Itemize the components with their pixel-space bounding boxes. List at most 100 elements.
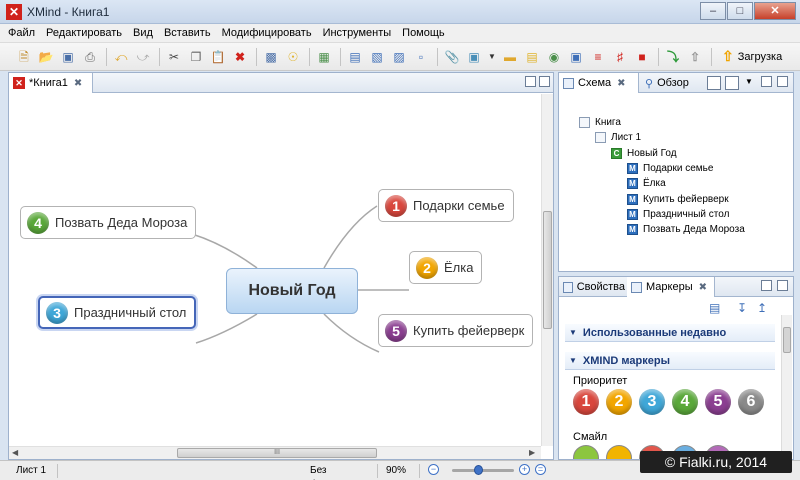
tab-markers[interactable]: Маркеры ✖ — [627, 277, 715, 297]
add-marker-icon[interactable]: ▤ — [709, 301, 720, 315]
dropdown-arrow-icon[interactable]: ▼ — [488, 49, 496, 65]
menu-help[interactable]: Помощь — [402, 27, 445, 39]
print-icon[interactable]: ⎙ — [82, 49, 98, 65]
new-icon[interactable]: 🗎 — [16, 49, 32, 65]
view-menu-icon[interactable]: ▼ — [745, 77, 753, 86]
fit-zoom-icon[interactable]: = — [535, 464, 546, 475]
xmind-markers-header[interactable]: ▼ XMIND маркеры — [565, 352, 775, 370]
undo-icon[interactable]: ⤺ — [113, 49, 129, 65]
priority-3-icon[interactable]: 3 — [639, 389, 665, 415]
paste-icon[interactable]: 📋 — [210, 49, 226, 65]
zoom-slider-handle[interactable] — [474, 465, 483, 475]
maximize-button[interactable]: □ — [727, 2, 753, 20]
zoom-in-icon[interactable]: + — [519, 464, 530, 475]
vertical-scroll-thumb[interactable] — [543, 211, 552, 329]
tree-item-topic[interactable]: M Купить фейерверк — [627, 192, 729, 207]
tree-item-topic[interactable]: M Ёлка — [627, 176, 666, 191]
editor-vertical-scrollbar[interactable] — [541, 94, 553, 446]
bulb-icon[interactable]: ☉ — [285, 49, 301, 65]
floating-icon[interactable]: ▨ — [391, 49, 407, 65]
menu-tools[interactable]: Инструменты — [323, 27, 392, 39]
zoom-slider[interactable] — [452, 469, 514, 472]
scroll-right-icon[interactable]: ▶ — [529, 448, 535, 457]
menu-insert[interactable]: Вставить — [164, 27, 211, 39]
filter-status[interactable]: Без фильтра — [302, 463, 378, 480]
marker-icon[interactable]: ♯ — [612, 49, 628, 65]
outline-sheet-button[interactable] — [725, 76, 739, 90]
delete-icon[interactable]: ✖ — [232, 49, 248, 65]
priority-2-icon[interactable]: 2 — [606, 389, 632, 415]
drill-up-icon[interactable]: ⇧ — [687, 49, 703, 65]
scroll-left-icon[interactable]: ◀ — [12, 448, 18, 457]
plus-icon[interactable]: ▣ — [568, 49, 584, 65]
tree-item-topic[interactable]: M Праздничный стол — [627, 207, 729, 222]
upload-button[interactable]: ⇧ Загрузка — [722, 48, 782, 65]
export-marker-icon[interactable]: ↥ — [757, 301, 767, 315]
smiley-laugh-icon[interactable] — [606, 445, 632, 459]
tree-item-topic[interactable]: M Подарки семье — [627, 161, 713, 176]
horizontal-scroll-thumb[interactable]: III — [177, 448, 377, 458]
boundary-icon[interactable]: ▫ — [413, 49, 429, 65]
topic-festive-table[interactable]: 3 Праздничный стол — [38, 296, 197, 329]
close-button[interactable]: ✕ — [754, 2, 796, 20]
open-icon[interactable]: 📂 — [38, 49, 54, 65]
tab-book1[interactable]: ✕ *Книга1 ✖ — [9, 73, 93, 93]
import-marker-icon[interactable]: ↧ — [737, 301, 747, 315]
chart-icon[interactable]: ◉ — [546, 49, 562, 65]
tree-item-topic[interactable]: M Позвать Деда Мороза — [627, 222, 745, 237]
sibling-icon[interactable]: ▧ — [369, 49, 385, 65]
smiley-happy-icon[interactable] — [573, 445, 599, 459]
sheet-tab[interactable]: Лист 1 — [8, 463, 58, 478]
tree-item-central[interactable]: C Новый Год — [611, 146, 677, 161]
tab-close-icon[interactable]: ✖ — [74, 78, 82, 89]
tab-close-icon[interactable]: ✖ — [699, 282, 707, 293]
zoom-icon[interactable]: ▩ — [263, 49, 279, 65]
markers-scrollbar[interactable] — [781, 315, 792, 459]
tab-overview[interactable]: ⚲ Обзор — [641, 73, 705, 93]
maximize-panel-button[interactable] — [777, 280, 788, 291]
stop-icon[interactable]: ■ — [634, 49, 650, 65]
priority-4-icon[interactable]: 4 — [672, 389, 698, 415]
priority-5-icon[interactable]: 5 — [705, 389, 731, 415]
topic-icon[interactable]: ▦ — [316, 49, 332, 65]
minimize-panel-button[interactable] — [761, 280, 772, 291]
note-icon[interactable]: ▤ — [524, 49, 540, 65]
tree-item-book[interactable]: Книга — [579, 115, 621, 130]
mindmap-canvas[interactable]: Новый Год 1 Подарки семье 2 Ёлка 5 Купит… — [9, 94, 541, 446]
copy-icon[interactable]: ❐ — [188, 49, 204, 65]
save-icon[interactable]: ▣ — [60, 49, 76, 65]
topic-fireworks[interactable]: 5 Купить фейерверк — [378, 314, 534, 347]
menu-edit[interactable]: Редактировать — [46, 27, 122, 39]
priority-6-icon[interactable]: 6 — [738, 389, 764, 415]
central-topic[interactable]: Новый Год — [226, 268, 358, 314]
markers-scroll-thumb[interactable] — [783, 327, 791, 353]
maximize-panel-button[interactable] — [539, 76, 550, 87]
equation-icon[interactable]: ≡ — [590, 49, 606, 65]
maximize-panel-button[interactable] — [777, 76, 788, 87]
subtopic-icon[interactable]: ▤ — [347, 49, 363, 65]
tab-properties[interactable]: Свойства — [559, 277, 625, 297]
minimize-button[interactable]: – — [700, 2, 726, 20]
recent-markers-header[interactable]: ▼ Использованные недавно — [565, 324, 775, 342]
minimize-panel-button[interactable] — [525, 76, 536, 87]
zoom-out-icon[interactable]: − — [428, 464, 439, 475]
tree-item-sheet[interactable]: Лист 1 — [595, 130, 641, 145]
attachment-icon[interactable]: 📎 — [444, 49, 460, 65]
redo-icon[interactable]: ⤻ — [135, 49, 151, 65]
topic-santa[interactable]: 4 Позвать Деда Мороза — [20, 206, 197, 239]
tab-outline[interactable]: Схема ✖ — [559, 73, 639, 93]
topic-tree[interactable]: 2 Ёлка — [409, 251, 483, 284]
priority-1-icon[interactable]: 1 — [573, 389, 599, 415]
menu-file[interactable]: Файл — [8, 27, 35, 39]
tab-close-icon[interactable]: ✖ — [617, 78, 625, 89]
drill-down-icon[interactable]: ⤵ — [665, 49, 681, 65]
editor-horizontal-scrollbar[interactable]: ◀ III ▶ — [9, 446, 541, 459]
cut-icon[interactable]: ✂ — [166, 49, 182, 65]
label-icon[interactable]: ▬ — [502, 49, 518, 65]
image-icon[interactable]: ▣ — [466, 49, 482, 65]
outline-mode-button[interactable] — [707, 76, 721, 90]
menu-view[interactable]: Вид — [133, 27, 153, 39]
minimize-panel-button[interactable] — [761, 76, 772, 87]
menu-modify[interactable]: Модифицировать — [222, 27, 312, 39]
topic-gifts[interactable]: 1 Подарки семье — [378, 189, 514, 222]
